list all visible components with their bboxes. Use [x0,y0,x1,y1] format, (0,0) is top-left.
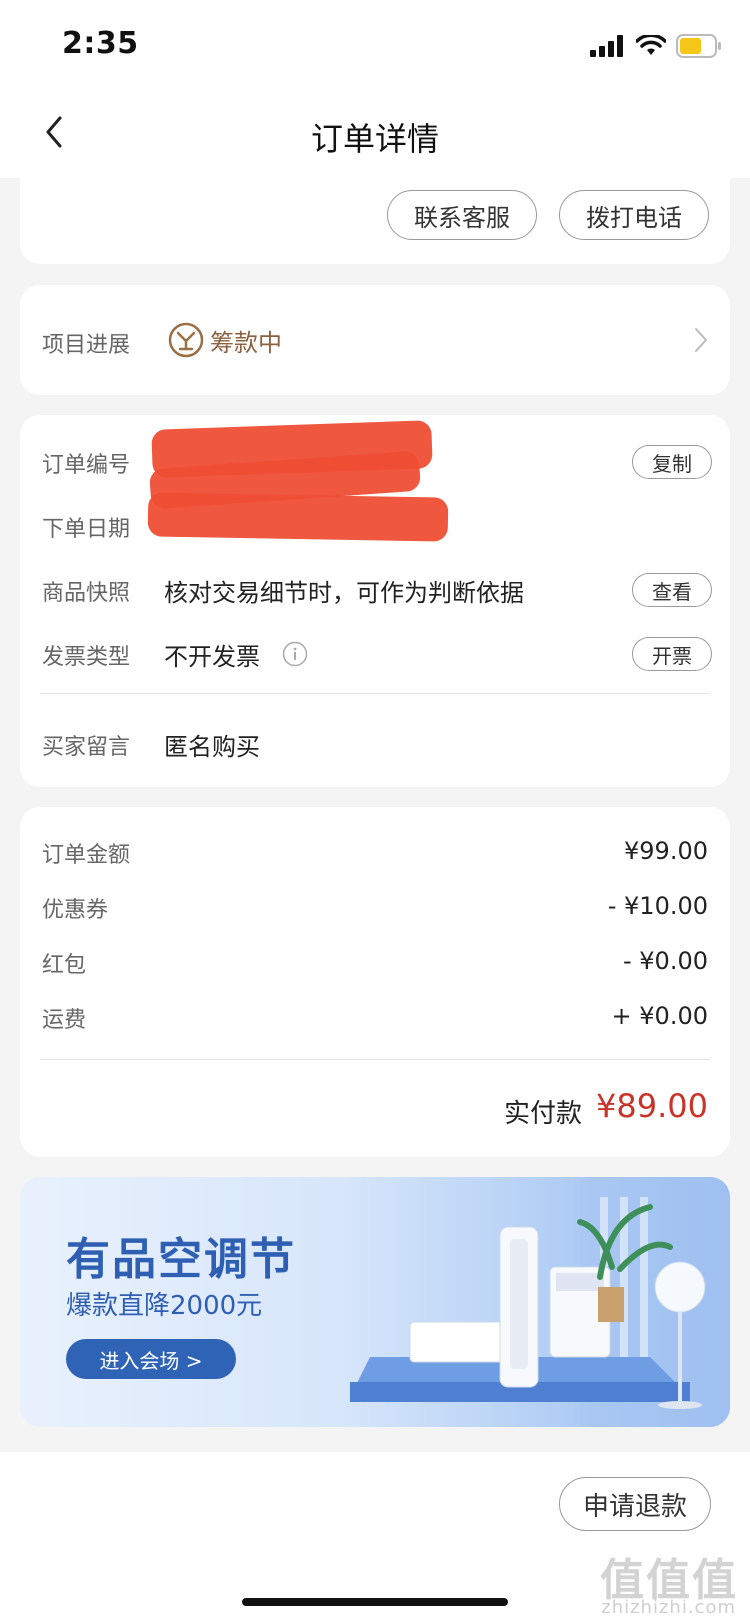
divider [40,693,710,694]
call-phone-button[interactable]: 拨打电话 [559,190,709,240]
order-number-label: 订单编号 [42,453,131,478]
chevron-right-icon [695,328,708,352]
snapshot-value: 核对交易细节时，可作为判断依据 [164,579,524,607]
order-info-card: 订单编号 复制 下单日期 商品快照 核对交易细节时，可作为判断依据 查看 发票类… [20,415,730,787]
promo-banner[interactable]: 有品空调节 爆款直降2000元 进入会场 > [20,1177,730,1427]
invoice-type-value: 不开发票 [164,643,260,671]
contact-card: 联系客服 拨打电话 [20,178,730,264]
amount-card: 订单金额 ¥99.00 优惠券 - ¥10.00 红包 - ¥0.00 运费 +… [20,807,730,1157]
snapshot-label: 商品快照 [42,581,131,606]
progress-card[interactable]: 项目进展 筹款中 [20,285,730,395]
redaction-mark [147,492,449,542]
wifi-icon [636,35,666,55]
coupon-label: 优惠券 [42,898,109,923]
buyer-note-label: 买家留言 [42,735,131,760]
red-packet-value: - ¥0.00 [623,947,708,975]
shipping-value: + ¥0.00 [611,1002,708,1030]
page-title: 订单详情 [310,120,439,158]
status-icons [590,34,722,58]
shipping-label: 运费 [42,1008,87,1033]
home-indicator[interactable] [242,1598,508,1606]
signal-icon [590,35,623,57]
view-snapshot-button[interactable]: 查看 [632,573,712,607]
nav-bar: 订单详情 [0,90,750,178]
divider [40,1059,710,1060]
info-icon[interactable] [282,641,308,667]
banner-title: 有品空调节 [66,1234,296,1285]
order-amount-label: 订单金额 [42,843,131,868]
enter-venue-button[interactable]: 进入会场 > [66,1339,236,1379]
red-packet-label: 红包 [42,953,87,978]
paid-value: ¥89.00 [596,1087,708,1125]
status-time: 2:35 [62,26,139,61]
buyer-note-value: 匿名购买 [164,733,260,761]
paid-label: 实付款 [503,1099,582,1129]
progress-label: 项目进展 [42,333,131,358]
fundraising-badge-icon [168,322,204,358]
contact-service-button[interactable]: 联系客服 [387,190,537,240]
copy-button[interactable]: 复制 [632,445,712,479]
watermark-url: zhizhizhi.com [601,1597,736,1618]
order-amount-value: ¥99.00 [624,837,708,865]
invoice-type-label: 发票类型 [42,645,131,670]
apply-refund-button[interactable]: 申请退款 [559,1477,711,1531]
banner-subtitle: 爆款直降2000元 [66,1291,263,1321]
issue-invoice-button[interactable]: 开票 [632,637,712,671]
air-conditioner-scene-illustration [350,1177,730,1427]
battery-icon [676,34,721,58]
progress-status: 筹款中 [210,329,282,357]
coupon-value: - ¥10.00 [607,892,708,920]
order-date-label: 下单日期 [42,517,131,542]
status-bar: 2:35 [0,0,750,90]
